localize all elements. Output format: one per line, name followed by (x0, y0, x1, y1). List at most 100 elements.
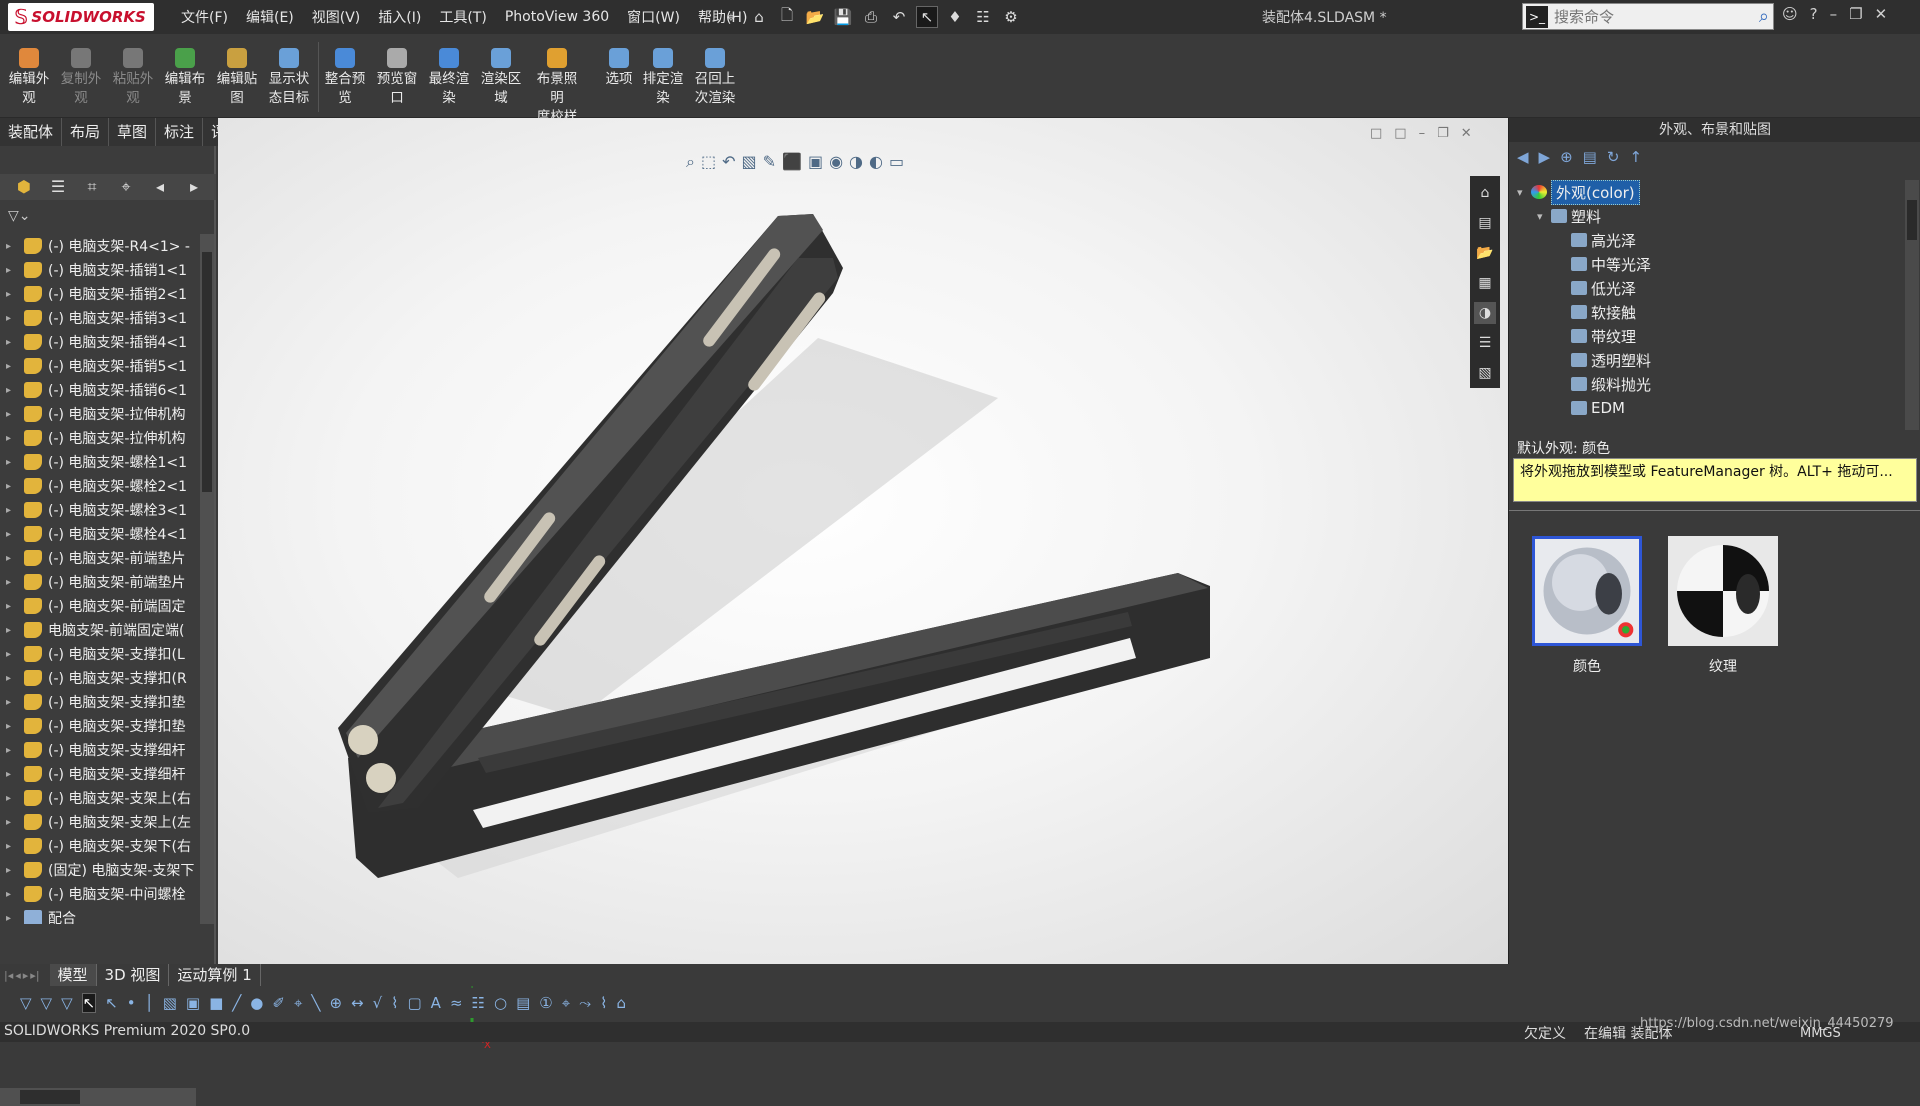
traffic-light-icon[interactable]: ♦ (944, 6, 966, 28)
expand-icon[interactable]: ▸ (0, 241, 14, 252)
tree-item[interactable]: ▸ (固定) 电脑支架-支架下 (0, 858, 200, 882)
property-manager-icon[interactable]: ☰ (48, 178, 68, 196)
expand-icon[interactable]: ▸ (0, 553, 14, 564)
table-icon[interactable]: ☷ (472, 994, 485, 1012)
tab[interactable]: 草图 (109, 118, 157, 146)
expand-icon[interactable]: ▸ (0, 865, 14, 876)
restore-icon[interactable]: ❐ (1849, 5, 1862, 23)
command-button[interactable]: 渲染区 域 (476, 48, 526, 108)
expand-icon[interactable]: ▸ (0, 625, 14, 636)
command-button[interactable]: 编辑外 观 (4, 48, 54, 108)
sketch-icon[interactable]: ✐ (272, 994, 285, 1012)
file-explorer-icon[interactable]: 📂 (1474, 242, 1496, 264)
chevron-right-icon[interactable]: ▸ (184, 178, 204, 196)
command-button[interactable]: 排定渲 染 (638, 48, 688, 108)
filter-icon[interactable]: ▽ (20, 994, 32, 1012)
tree-item[interactable]: ▸ (-) 电脑支架-插销5<1 (0, 354, 200, 378)
tree-item[interactable]: ▸ (-) 电脑支架-螺栓4<1 (0, 522, 200, 546)
appearance-tree-item[interactable]: 软接触 (1509, 300, 1905, 324)
configuration-icon[interactable]: ⌗ (82, 178, 102, 196)
surface-icon[interactable]: ▣ (186, 994, 200, 1012)
command-button[interactable]: 复制外 观 (56, 48, 106, 108)
tree-item[interactable]: ▸ (-) 电脑支架-支撑扣(R (0, 666, 200, 690)
minimize-icon[interactable]: – (1830, 5, 1838, 23)
select-pointer-icon[interactable]: ↖ (916, 6, 938, 28)
expand-icon[interactable]: ▸ (0, 673, 14, 684)
tree-item[interactable]: ▸ (-) 电脑支架-支撑扣垫 (0, 714, 200, 738)
tree-item[interactable]: ▸ (-) 电脑支架-拉伸机构 (0, 426, 200, 450)
scrollbar-thumb[interactable] (1907, 200, 1917, 240)
tab[interactable]: 标注 (156, 118, 204, 146)
command-button[interactable]: 编辑贴 图 (212, 48, 262, 108)
mate-icon[interactable]: ⌖ (562, 994, 570, 1012)
new-document-icon[interactable]: 🗋 (776, 6, 798, 28)
tag-icon[interactable]: ⌂ (617, 994, 627, 1012)
surface-finish-icon[interactable]: √ (373, 994, 383, 1012)
expand-icon[interactable]: ▸ (0, 433, 14, 444)
add-folder-icon[interactable]: ▤ (1583, 148, 1597, 166)
swatch-color[interactable]: 颜色 (1531, 536, 1643, 676)
expand-icon[interactable]: ▸ (0, 841, 14, 852)
scrollbar-thumb[interactable] (202, 252, 212, 492)
expand-icon[interactable]: ▸ (0, 529, 14, 540)
menu-item[interactable]: 插入(I) (369, 7, 430, 27)
prev-icon[interactable]: ◂ (15, 969, 21, 982)
tree-item[interactable]: ▸ (-) 电脑支架-插销2<1 (0, 282, 200, 306)
filter-faces-icon[interactable]: ▽ (61, 994, 73, 1012)
first-icon[interactable]: |◂ (4, 969, 13, 982)
solid-icon[interactable]: ■ (209, 994, 223, 1012)
help-icon[interactable]: ? (1810, 5, 1818, 23)
tree-item[interactable]: ▸ (-) 电脑支架-插销1<1 (0, 258, 200, 282)
view-palette-icon[interactable]: ▦ (1474, 272, 1496, 294)
tree-item[interactable]: ▸ (-) 电脑支架-前端固定 (0, 594, 200, 618)
panel-splitter[interactable] (1509, 510, 1920, 516)
appearances-icon[interactable]: ◑ (1474, 302, 1496, 324)
expand-icon[interactable]: ▸ (0, 793, 14, 804)
search-commands[interactable]: >_ ⌕ (1522, 3, 1774, 30)
tab[interactable]: 装配体 (0, 118, 63, 146)
menu-item[interactable]: 视图(V) (303, 7, 370, 27)
solidworks-resources-icon[interactable]: ⌂ (1474, 182, 1496, 204)
command-button[interactable]: 整合预 览 (320, 48, 370, 108)
filter-icon-2[interactable]: ▽ (41, 994, 53, 1012)
dimxpert-icon[interactable]: ⌖ (116, 178, 136, 196)
tree-item[interactable]: ▸ (-) 电脑支架-螺栓3<1 (0, 498, 200, 522)
refresh-icon[interactable]: ↻ (1607, 148, 1620, 166)
home-icon[interactable]: ⌂ (748, 6, 770, 28)
tree-item[interactable]: ▸ (-) 电脑支架-前端垫片 (0, 546, 200, 570)
solidworks-logo[interactable]: 𝕊 SOLIDWORKS (8, 3, 154, 31)
appearance-tree-item[interactable]: 带纹理 (1509, 324, 1905, 348)
appearance-tree-item[interactable]: ▾ 塑料 (1509, 204, 1905, 228)
appearance-tree-item[interactable]: 透明塑料 (1509, 348, 1905, 372)
expand-icon[interactable]: ▸ (0, 601, 14, 612)
tree-item[interactable]: ▸ (-) 电脑支架-拉伸机构 (0, 402, 200, 426)
expand-icon[interactable]: ▸ (0, 649, 14, 660)
search-input[interactable] (1554, 7, 1759, 26)
appearance-tree-item[interactable]: 低光泽 (1509, 276, 1905, 300)
swatch-texture[interactable]: 纹理 (1667, 536, 1779, 676)
expand-icon[interactable]: ▸ (0, 817, 14, 828)
dimension-icon[interactable]: ↔ (351, 994, 364, 1012)
forward-icon[interactable]: ▶ (1539, 148, 1551, 166)
tree-item[interactable]: ▸ (-) 电脑支架-R4<1> - (0, 234, 200, 258)
pin-icon[interactable]: ⌖ (720, 6, 742, 28)
command-button[interactable]: 布景照明 度校样 (532, 48, 582, 127)
menu-item[interactable]: 文件(F) (172, 7, 237, 27)
close-icon[interactable]: ✕ (1875, 5, 1888, 23)
select-icon-2[interactable]: ↖ (105, 994, 118, 1012)
design-library-icon[interactable]: ▤ (1474, 212, 1496, 234)
menu-item[interactable]: 工具(T) (430, 7, 495, 27)
menu-item[interactable]: PhotoView 360 (496, 9, 618, 25)
command-button[interactable]: 选项 (594, 48, 644, 89)
expand-icon[interactable]: ▸ (0, 721, 14, 732)
command-button[interactable]: 召回上 次渲染 (690, 48, 740, 108)
print-icon[interactable]: ⎙ (860, 6, 882, 28)
model-tab[interactable]: 模型 (49, 964, 97, 986)
expand-icon[interactable]: ▸ (0, 385, 14, 396)
expand-icon[interactable]: ▸ (0, 457, 14, 468)
up-icon[interactable]: ↑ (1629, 148, 1642, 166)
open-icon[interactable]: 📂 (804, 6, 826, 28)
command-button[interactable]: 预览窗 口 (372, 48, 422, 108)
tree-item[interactable]: ▸ (-) 电脑支架-螺栓2<1 (0, 474, 200, 498)
undo-icon[interactable]: ↶ (888, 6, 910, 28)
